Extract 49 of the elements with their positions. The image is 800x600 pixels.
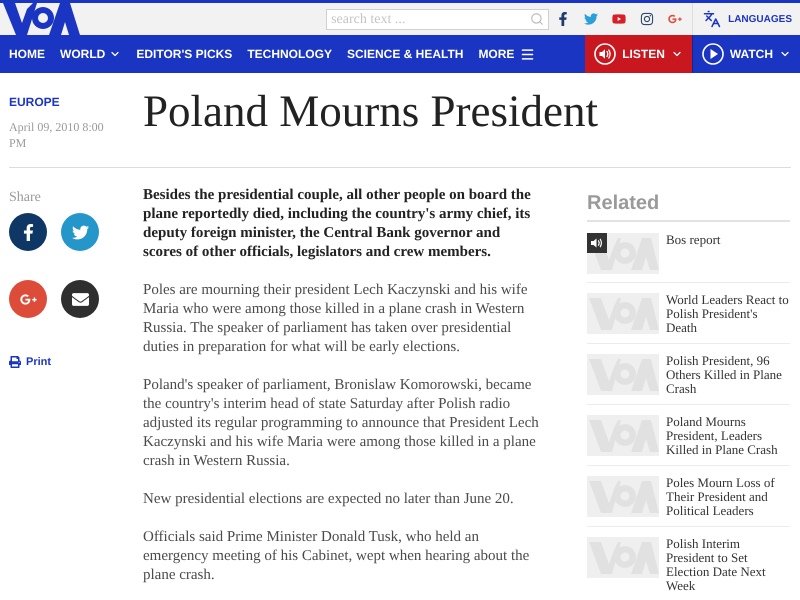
thumbnail-placeholder[interactable] (587, 415, 659, 456)
listen-button[interactable]: LISTEN (585, 35, 692, 73)
related-article-link[interactable]: Bos report (666, 233, 721, 274)
lead-paragraph: Besides the presidential couple, all other people on board the plane reportedly died, including the country's army chief, its deputy foreign minister, the Central Bank governor and scores of other officials, legislators and crew members. (143, 186, 532, 262)
nav-link[interactable]: MORE (478, 35, 536, 73)
email-share-button[interactable] (61, 280, 99, 318)
body-paragraph: New presidential elections are expected no later than June 20. (143, 490, 515, 509)
thumbnail-placeholder[interactable] (587, 476, 659, 517)
speaker-icon (594, 43, 616, 65)
body-paragraph: Officials said Prime Minister Donald Tusk, who held an emergency meeting of his Cabinet, wept when hearing about the plane crash. (143, 528, 530, 585)
play-icon (702, 43, 724, 65)
printer-icon (9, 356, 21, 368)
twitter-icon[interactable] (584, 12, 598, 26)
related-heading: Related (587, 191, 790, 222)
translate-icon[interactable] (703, 10, 722, 28)
languages-link[interactable]: LANGUAGES (728, 12, 792, 26)
related-article-link[interactable]: Poles Mourn Loss of Their President and Political Leaders (666, 476, 790, 518)
facebook-share-button[interactable] (9, 213, 47, 251)
google-plus-icon[interactable] (668, 12, 682, 26)
speaker-icon (587, 233, 607, 253)
nav-link[interactable]: SCIENCE & HEALTH (346, 35, 464, 73)
publish-date: April 09, 2010 8:00 PM (9, 119, 105, 151)
search-icon (530, 12, 544, 26)
section-link[interactable]: EUROPE (9, 94, 60, 110)
youtube-icon[interactable] (612, 12, 626, 26)
body-paragraph: Poland's speaker of parliament, Bronislaw Komorowski, became the country's interim head of state Saturday after Polish radio adjusted its regular programming to announce that President Lech Kaczynski and his wife Maria were among those killed in a plane crash in Western Russia. (143, 376, 540, 471)
twitter-icon (72, 224, 88, 240)
related-article-link[interactable]: World Leaders React to Polish President's Death (666, 293, 790, 335)
article-title: Poland Mourns President (143, 86, 598, 138)
thumbnail-placeholder[interactable] (587, 293, 659, 334)
instagram-icon[interactable] (640, 12, 654, 26)
voa-logo[interactable] (0, 3, 80, 35)
body-paragraph: Poles are mourning their president Lech Kaczynski and his wife Maria who were among those killed in a plane crash in Western Russia. The speaker of parliament has taken over presidential duties in preparation for what will be early elections. (143, 281, 528, 357)
related-article-link[interactable]: Poland Mourns President, Leaders Killed in Plane Crash (666, 415, 790, 457)
search-field[interactable]: search text ... (326, 8, 550, 30)
twitter-share-button[interactable] (61, 213, 99, 251)
related-article-link[interactable]: Polish Interim President to Set Election Date Next Week (666, 537, 790, 593)
thumbnail-placeholder[interactable] (587, 354, 659, 395)
nav-link[interactable]: HOME (9, 35, 45, 73)
envelope-icon (72, 290, 88, 308)
nav-link[interactable]: WORLD (60, 35, 122, 73)
google-plus-share-button[interactable] (9, 280, 47, 318)
thumbnail-placeholder[interactable] (587, 537, 659, 578)
print-link[interactable]: Print (9, 354, 52, 370)
nav-link[interactable]: EDITOR'S PICKS (136, 35, 232, 73)
related-article-link[interactable]: Polish President, 96 Others Killed in Plane Crash (666, 354, 790, 396)
nav-link[interactable]: TECHNOLOGY (247, 35, 332, 73)
share-label: Share (9, 189, 41, 207)
menu-icon (520, 46, 536, 62)
